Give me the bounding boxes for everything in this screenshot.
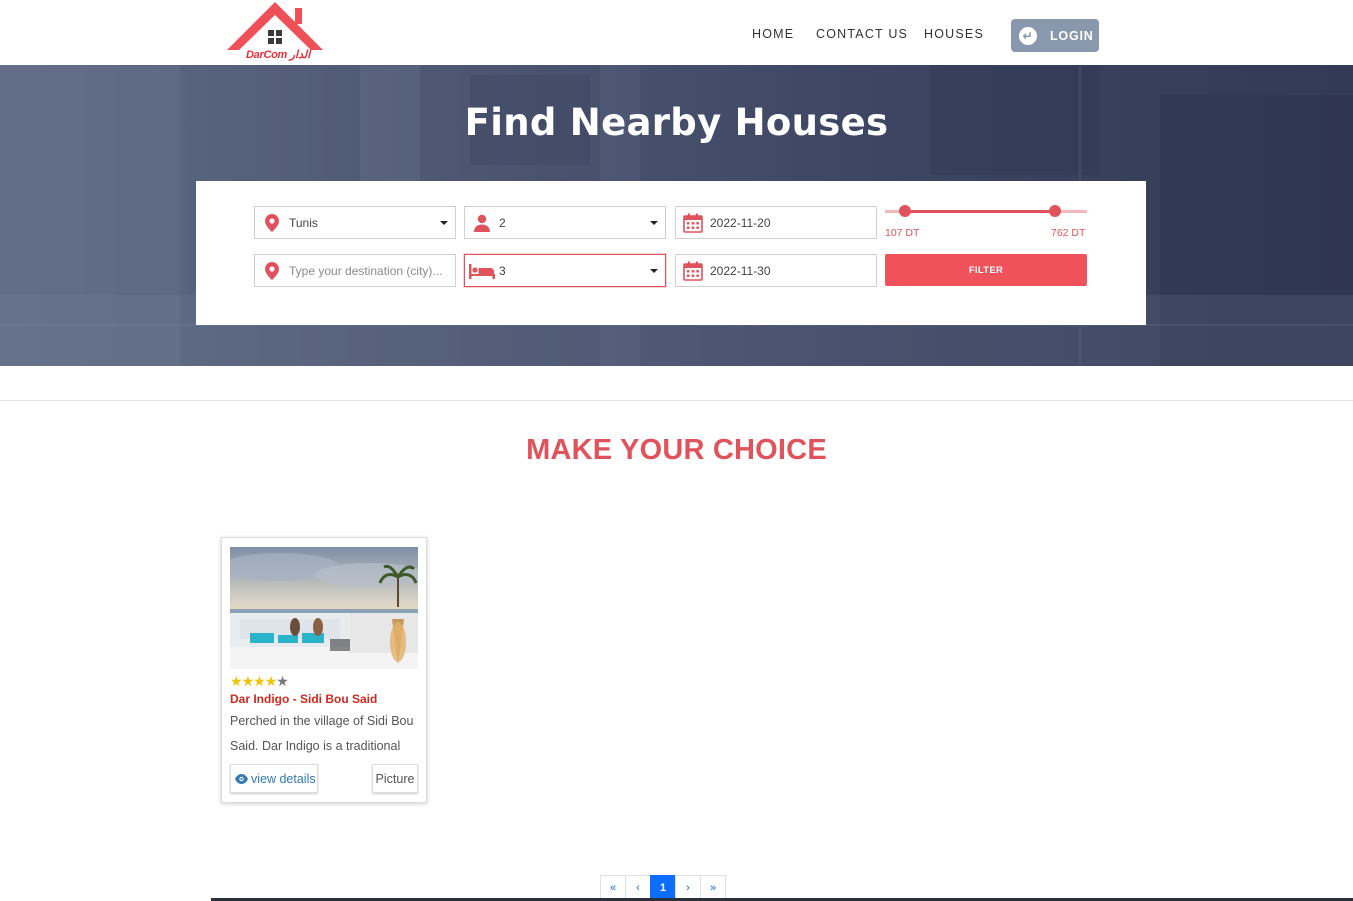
price-min-handle[interactable] <box>899 205 912 217</box>
checkout-date-input[interactable]: 2022-11-30 <box>675 254 877 287</box>
calendar-icon <box>676 261 710 281</box>
checkout-date-value: 2022-11-30 <box>710 263 771 278</box>
price-max-handle[interactable] <box>1048 205 1061 217</box>
guests-select-value: 2 <box>499 215 506 230</box>
section-title: MAKE YOUR CHOICE <box>526 434 827 466</box>
guests-select[interactable]: 2 <box>464 206 666 239</box>
price-range-fill <box>905 210 1055 213</box>
city-select[interactable]: Tunis <box>254 206 456 239</box>
beds-select[interactable]: 3 <box>464 254 666 287</box>
picture-button[interactable]: Picture <box>372 764 418 793</box>
city-select-value: Tunis <box>289 215 318 230</box>
user-icon <box>465 214 499 232</box>
hero-title: Find Nearby Houses <box>464 101 889 144</box>
house-description: Perched in the village of Sidi Bou Said.… <box>230 714 414 753</box>
checkin-date-input[interactable]: 2022-11-20 <box>675 206 877 239</box>
beds-select-value: 3 <box>499 263 506 278</box>
house-title[interactable]: Dar Indigo - Sidi Bou Said <box>230 692 377 706</box>
bed-icon <box>465 263 499 279</box>
star-icon: ★ <box>253 673 266 689</box>
nav-houses-link[interactable]: HOUSES <box>924 27 984 41</box>
navbar: DarCom الدار HOME CONTACT US HOUSES ↵ LO… <box>0 0 1353 65</box>
section-divider <box>0 400 1353 401</box>
login-arrow-icon: ↵ <box>1019 26 1037 45</box>
destination-input[interactable]: Type your destination (city)... <box>254 254 456 287</box>
hero-section: Find Nearby Houses Tunis 2 2022-11-20 10… <box>0 65 1353 366</box>
login-button[interactable]: ↵ LOGIN <box>1011 19 1099 52</box>
house-photo[interactable] <box>230 547 418 669</box>
login-label: LOGIN <box>1050 28 1094 43</box>
house-card: ★★★★★ Dar Indigo - Sidi Bou Said Perched… <box>221 537 427 803</box>
nav-contact-link[interactable]: CONTACT US <box>816 27 908 41</box>
price-max-label: 762 DT <box>1051 227 1086 239</box>
view-details-button[interactable]: view details <box>230 764 318 793</box>
checkin-date-value: 2022-11-20 <box>710 215 771 230</box>
calendar-icon <box>676 213 710 233</box>
view-details-label: view details <box>251 771 316 786</box>
destination-placeholder: Type your destination (city)... <box>289 263 443 278</box>
star-icon: ★ <box>230 673 243 689</box>
nav-home-link[interactable]: HOME <box>752 27 794 41</box>
map-pin-icon <box>255 261 289 280</box>
chevron-down-icon <box>650 268 658 273</box>
chevron-down-icon <box>650 220 658 225</box>
star-icon: ★ <box>276 673 289 689</box>
map-pin-icon <box>255 213 289 232</box>
star-icon: ★ <box>241 673 255 689</box>
star-icon: ★ <box>264 673 278 689</box>
rating-stars: ★★★★★ <box>230 673 289 690</box>
chevron-down-icon <box>440 220 448 225</box>
search-panel: Tunis 2 2022-11-20 107 DT 762 DT Type yo… <box>196 181 1146 325</box>
eye-icon <box>235 773 248 784</box>
filter-button[interactable]: FILTER <box>885 254 1087 286</box>
price-min-label: 107 DT <box>885 227 920 239</box>
logo-text: DarCom الدار <box>246 49 311 61</box>
